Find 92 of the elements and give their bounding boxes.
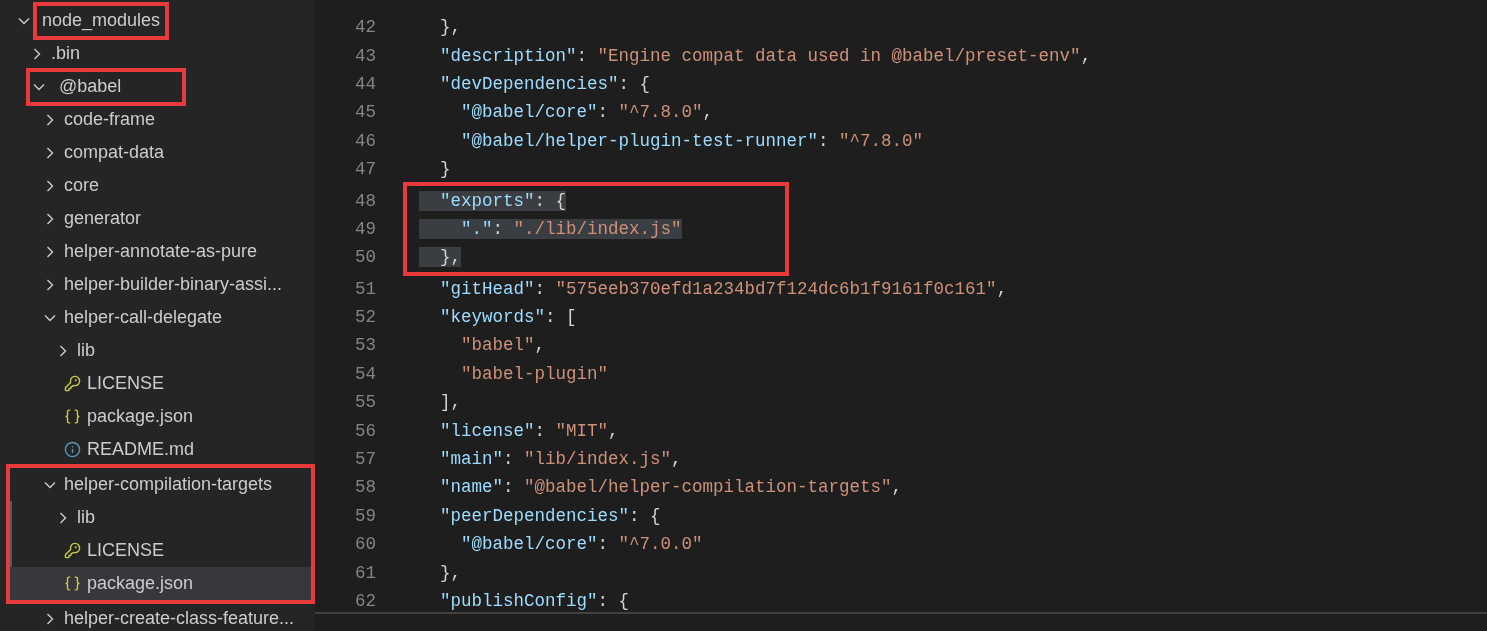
info-icon — [63, 440, 81, 459]
tree-row[interactable]: helper-call-delegate — [0, 301, 315, 334]
code-line: "devDependencies": { — [439, 73, 651, 94]
chevron-right-icon — [44, 113, 56, 126]
code-line: "babel-plugin" — [460, 363, 609, 384]
line-number: 44 — [354, 73, 376, 94]
key-icon — [63, 374, 81, 393]
tree-row[interactable]: helper-create-class-feature... — [0, 602, 315, 631]
tree-item-label: package.json — [87, 406, 194, 427]
tree-item-label: @babel — [59, 76, 122, 97]
line-number: 51 — [354, 278, 376, 299]
tree-row[interactable]: generator — [0, 202, 315, 235]
code-line: "@babel/core": "^7.8.0", — [460, 102, 714, 123]
tree-row[interactable]: LICENSE — [0, 367, 315, 400]
line-number: 49 — [354, 218, 376, 239]
code-line: "description": "Engine compat data used in @babel/preset-env", — [439, 45, 1092, 66]
code-line: "@babel/core": "^7.0.0" — [460, 534, 703, 555]
chevron-right-icon — [44, 245, 56, 258]
tree-row[interactable]: core — [0, 169, 315, 202]
tree-item-label: generator — [64, 208, 142, 229]
code-line: "name": "@babel/helper-compilation-targets", — [439, 477, 903, 498]
line-number: 54 — [354, 363, 376, 384]
code-line: "publishConfig": { — [439, 591, 630, 611]
tree-row[interactable]: lib — [0, 334, 315, 367]
braces-icon — [63, 574, 81, 593]
key-icon — [63, 541, 81, 560]
chevron-right-icon — [31, 47, 43, 60]
line-number: 52 — [354, 307, 376, 328]
tree-row[interactable]: code-frame — [0, 103, 315, 136]
tree-row[interactable]: package.json — [0, 400, 315, 433]
code-line: "main": "lib/index.js", — [439, 449, 682, 470]
line-number: 46 — [354, 130, 376, 151]
line-number: 47 — [354, 159, 376, 180]
chevron-right-icon — [57, 511, 69, 524]
tree-row[interactable]: node_modules — [0, 4, 315, 37]
tree-item-label: helper-create-class-feature... — [64, 608, 295, 629]
line-number: 60 — [354, 534, 376, 555]
line-number: 43 — [354, 45, 376, 66]
line-number: 56 — [354, 420, 376, 441]
chevron-right-icon — [44, 179, 56, 192]
tree-row[interactable]: package.json — [10, 567, 311, 600]
chevron-right-icon — [44, 612, 56, 625]
line-number: 62 — [354, 591, 376, 611]
tree-item-label: README.md — [87, 439, 194, 460]
code-line: "gitHead": "575eeb370efd1a234bd7f124dc6b1f9161f0c161", — [439, 278, 1008, 299]
tree-item-label: helper-call-delegate — [64, 307, 223, 328]
tree-item-label: helper-annotate-as-pure — [64, 241, 258, 262]
tree-row[interactable]: compat-data — [0, 136, 315, 169]
tree-row[interactable]: helper-compilation-targets — [10, 468, 311, 501]
tree-item-label: helper-builder-binary-assi... — [64, 274, 283, 295]
code-line: "license": "MIT", — [439, 420, 619, 441]
tree-row[interactable]: helper-builder-binary-assi... — [0, 268, 315, 301]
tree-row[interactable]: .bin — [0, 37, 315, 70]
code-line: } — [439, 159, 451, 180]
code-line: "babel", — [460, 335, 546, 356]
line-number: 53 — [354, 335, 376, 356]
code-line: "peerDependencies": { — [439, 505, 661, 526]
tree-row[interactable]: LICENSE — [10, 534, 311, 567]
code-line: "keywords": [ — [439, 307, 577, 328]
code-line: "@babel/helper-plugin-test-runner": "^7.8.0" — [460, 130, 924, 151]
line-number: 45 — [354, 102, 376, 123]
line-number: 50 — [354, 247, 376, 268]
chevron-right-icon — [44, 146, 56, 159]
tree-row[interactable]: helper-annotate-as-pure — [0, 235, 315, 268]
tree-row[interactable]: lib — [10, 501, 311, 534]
code-line: ], — [439, 392, 461, 413]
line-number: 59 — [354, 505, 376, 526]
chevron-right-icon — [57, 344, 69, 357]
line-number: 61 — [354, 562, 376, 583]
tree-item-label: .bin — [51, 43, 81, 64]
tree-item-label: helper-compilation-targets — [64, 474, 273, 495]
line-number: 58 — [354, 477, 376, 498]
tree-item-label: lib — [77, 507, 95, 528]
code-line: }, — [439, 562, 461, 583]
chevron-right-icon — [44, 278, 56, 291]
braces-icon — [63, 407, 81, 426]
line-number: 42 — [354, 17, 376, 38]
tree-item-label: lib — [77, 340, 95, 361]
line-number: 48 — [354, 190, 376, 211]
tree-item-label: node_modules — [42, 10, 161, 31]
chevron-right-icon — [44, 212, 56, 225]
tree-item-label: compat-data — [64, 142, 165, 163]
tree-item-label: code-frame — [64, 109, 156, 130]
tree-item-label: LICENSE — [87, 540, 165, 561]
code-line: }, — [439, 17, 461, 38]
tree-item-label: package.json — [87, 573, 194, 594]
line-number: 55 — [354, 392, 376, 413]
tree-item-label: core — [64, 175, 99, 196]
tree-item-label: LICENSE — [87, 373, 165, 394]
tree-row[interactable]: @babel — [0, 70, 315, 103]
tree-row[interactable]: README.md — [0, 433, 315, 466]
line-number: 57 — [354, 449, 376, 470]
